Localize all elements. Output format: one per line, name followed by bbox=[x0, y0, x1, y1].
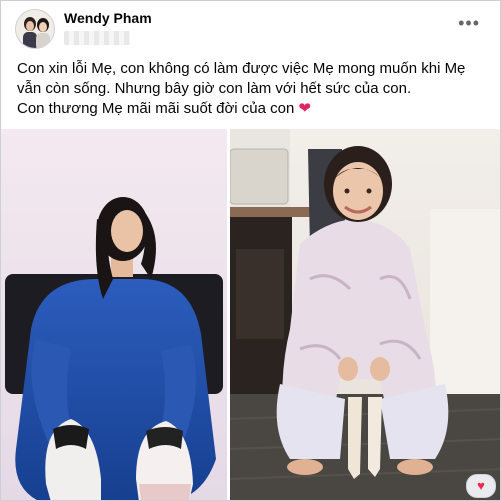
post-card: Wendy Pham ••• Con xin lỗi Mẹ, con không… bbox=[0, 0, 501, 501]
post-header: Wendy Pham ••• bbox=[1, 1, 500, 53]
photo-left[interactable] bbox=[1, 129, 227, 500]
caption-line: Con thương Mẹ mãi mãi suốt đời của con ❤ bbox=[17, 99, 487, 119]
caption-line: Con xin lỗi Mẹ, con không có làm được vi… bbox=[17, 60, 466, 77]
photo-grid: ♥ bbox=[1, 129, 500, 500]
caption-line-text: Con thương Mẹ mãi mãi suốt đời của con bbox=[17, 100, 295, 117]
post-caption: Con xin lỗi Mẹ, con không có làm được vi… bbox=[17, 59, 487, 119]
avatar[interactable] bbox=[15, 9, 55, 49]
author-name[interactable]: Wendy Pham bbox=[64, 10, 152, 26]
photo-right-image bbox=[230, 129, 500, 500]
photo-left-image bbox=[1, 129, 227, 500]
heart-reaction-icon[interactable]: ♥ bbox=[466, 474, 496, 498]
caption-line: vẫn còn sống. Nhưng bây giờ con làm với … bbox=[17, 80, 412, 97]
more-horizontal-icon[interactable]: ••• bbox=[458, 14, 480, 32]
post-timestamp-redacted bbox=[64, 31, 130, 45]
avatar-image bbox=[16, 10, 54, 48]
heart-emoji-icon: ❤ bbox=[298, 100, 312, 117]
photo-right[interactable]: ♥ bbox=[230, 129, 500, 500]
